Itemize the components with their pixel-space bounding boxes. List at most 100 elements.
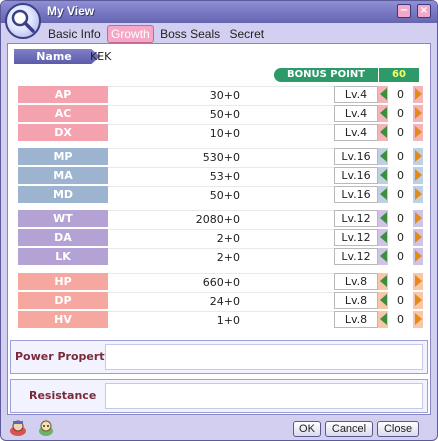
magnifier-icon [5, 3, 41, 39]
arrow-right-icon[interactable] [415, 294, 422, 306]
stat-value: 53+0 [108, 167, 334, 184]
stat-points: 0 [388, 210, 413, 227]
arrow-left-icon[interactable] [380, 88, 387, 100]
close-window-button[interactable]: × [417, 4, 431, 18]
stat-points: 0 [388, 167, 413, 184]
stat-label: LK [18, 248, 108, 265]
stat-points: 0 [388, 292, 413, 309]
stat-value: 1+0 [108, 311, 334, 328]
minimize-button[interactable]: − [397, 4, 411, 18]
stat-label: MA [18, 167, 108, 184]
tab-growth[interactable]: Growth [107, 25, 154, 43]
arrow-left-icon[interactable] [380, 126, 387, 138]
arrow-left-icon[interactable] [380, 231, 387, 243]
bonus-point: BONUS POINT 60 [274, 68, 420, 82]
resistance-box: Resistance [10, 379, 428, 413]
stat-value: 2+0 [108, 229, 334, 246]
arrow-left-icon[interactable] [380, 294, 387, 306]
stat-points: 0 [388, 248, 413, 265]
stat-level: Lv.4 [334, 86, 378, 103]
stat-points: 0 [388, 124, 413, 141]
tab-basic-info[interactable]: Basic Info [45, 26, 104, 42]
arrow-right-icon[interactable] [415, 107, 422, 119]
arrow-left-icon[interactable] [380, 275, 387, 287]
character-icon[interactable] [9, 419, 27, 437]
power-property-label: Power Property [15, 350, 112, 363]
arrow-right-icon[interactable] [415, 231, 422, 243]
stat-value: 660+0 [108, 273, 334, 290]
stat-value: 530+0 [108, 148, 334, 165]
stat-level: Lv.4 [334, 105, 378, 122]
tab-secret[interactable]: Secret [226, 26, 267, 42]
title-bar[interactable]: My View − × [1, 1, 437, 23]
stat-row-ap: AP 30+0 Lv.4 0 [18, 86, 423, 103]
stat-label: DA [18, 229, 108, 246]
power-property-box: Power Property [10, 340, 428, 374]
arrow-right-icon[interactable] [415, 169, 422, 181]
arrow-right-icon[interactable] [415, 88, 422, 100]
stat-points: 0 [388, 229, 413, 246]
arrow-right-icon[interactable] [415, 126, 422, 138]
ok-button[interactable]: OK [293, 421, 321, 437]
stat-label: HP [18, 273, 108, 290]
growth-panel: Name KEK BONUS POINT 60 AP 30+0 Lv.4 0 A… [7, 43, 431, 415]
stat-label: WT [18, 210, 108, 227]
stat-label: DP [18, 292, 108, 309]
resistance-field [105, 383, 423, 409]
cancel-button[interactable]: Cancel [325, 421, 373, 437]
my-view-window: My View − × Basic Info Growth Boss Seals… [0, 0, 438, 441]
stat-level: Lv.12 [334, 229, 378, 246]
arrow-right-icon[interactable] [415, 313, 422, 325]
arrow-right-icon[interactable] [415, 150, 422, 162]
arrow-right-icon[interactable] [415, 250, 422, 262]
stat-row-da: DA 2+0 Lv.12 0 [18, 229, 423, 246]
tab-bar: Basic Info Growth Boss Seals Secret [45, 25, 267, 43]
stat-value: 50+0 [108, 186, 334, 203]
stat-row-ac: AC 50+0 Lv.4 0 [18, 105, 423, 122]
stat-points: 0 [388, 105, 413, 122]
stat-row-hv: HV 1+0 Lv.8 0 [18, 311, 423, 328]
stat-row-dx: DX 10+0 Lv.4 0 [18, 124, 423, 141]
stat-row-dp: DP 24+0 Lv.8 0 [18, 292, 423, 309]
power-property-field [105, 344, 423, 370]
footer-bar: OK Cancel Close [1, 417, 437, 440]
stat-value: 2080+0 [108, 210, 334, 227]
stat-points: 0 [388, 186, 413, 203]
arrow-right-icon[interactable] [415, 275, 422, 287]
stat-level: Lv.12 [334, 248, 378, 265]
arrow-left-icon[interactable] [380, 169, 387, 181]
stat-label: MD [18, 186, 108, 203]
pet-icon[interactable] [37, 419, 55, 437]
window-title: My View [47, 4, 95, 18]
stat-value: 50+0 [108, 105, 334, 122]
arrow-left-icon[interactable] [380, 107, 387, 119]
stat-level: Lv.8 [334, 292, 378, 309]
close-button[interactable]: Close [377, 421, 419, 437]
stat-value: 10+0 [108, 124, 334, 141]
stat-level: Lv.16 [334, 186, 378, 203]
arrow-right-icon[interactable] [415, 188, 422, 200]
name-value: KEK [90, 50, 112, 63]
stat-label: MP [18, 148, 108, 165]
stat-value: 2+0 [108, 248, 334, 265]
stat-value: 24+0 [108, 292, 334, 309]
stat-label: HV [18, 311, 108, 328]
arrow-left-icon[interactable] [380, 212, 387, 224]
stat-points: 0 [388, 273, 413, 290]
arrow-left-icon[interactable] [380, 313, 387, 325]
stat-row-hp: HP 660+0 Lv.8 0 [18, 273, 423, 290]
bonus-point-label: BONUS POINT [274, 68, 378, 82]
stat-value: 30+0 [108, 86, 334, 103]
stat-label: DX [18, 124, 108, 141]
stat-label: AP [18, 86, 108, 103]
arrow-left-icon[interactable] [380, 188, 387, 200]
resistance-label: Resistance [29, 389, 97, 402]
stat-label: AC [18, 105, 108, 122]
arrow-left-icon[interactable] [380, 250, 387, 262]
arrow-right-icon[interactable] [415, 212, 422, 224]
arrow-left-icon[interactable] [380, 150, 387, 162]
stat-points: 0 [388, 86, 413, 103]
stat-level: Lv.12 [334, 210, 378, 227]
stat-row-mp: MP 530+0 Lv.16 0 [18, 148, 423, 165]
tab-boss-seals[interactable]: Boss Seals [157, 26, 223, 42]
